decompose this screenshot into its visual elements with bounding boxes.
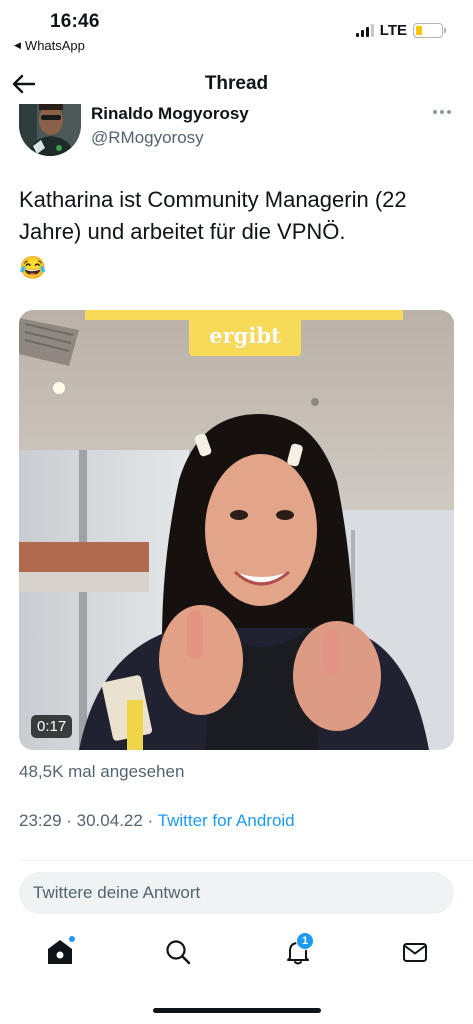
avatar[interactable] [19,104,81,156]
notification-badge: 1 [296,932,314,950]
video-caption: ergibt [189,318,301,356]
avatar-image [19,104,81,156]
video-frame [19,310,454,750]
network-label: LTE [379,22,407,39]
video-duration: 0:17 [31,715,73,738]
nav-home[interactable] [42,934,78,970]
back-app-label: WhatsApp [24,38,85,53]
page-title: Thread [204,73,269,94]
thread-header: Thread [0,62,473,106]
divider [19,860,473,861]
more-horizontal-icon[interactable] [433,110,451,114]
battery-icon [413,23,446,38]
nav-messages[interactable] [397,934,433,970]
source-link[interactable]: Twitter for Android [158,811,295,830]
nav-search[interactable] [160,934,196,970]
tweet-timestamp: 23:29 · 30.04.22 · Twitter for Android [19,811,295,831]
status-indicators: LTE [355,22,446,39]
home-indicator[interactable] [153,1008,321,1013]
view-count[interactable]: 48,5K mal angesehen [19,762,184,782]
tweet-body: Katharina ist Community Managerin (22 Ja… [19,187,407,244]
status-time: 16:46 [50,11,100,32]
reply-placeholder: Twittere deine Antwort [33,883,201,902]
back-to-app-link[interactable]: ◀ WhatsApp [14,38,85,53]
tweet-text: Katharina ist Community Managerin (22 Ja… [19,184,459,284]
back-triangle-icon: ◀ [14,40,21,50]
reply-input[interactable]: Twittere deine Antwort [19,872,454,914]
signal-icon [355,24,374,37]
timestamp-text: 23:29 · 30.04.22 · [19,811,158,830]
nav-notifications[interactable]: 1 [280,932,316,970]
laughing-emoji: 😂 [19,255,47,280]
mail-icon [403,943,427,962]
author-handle[interactable]: @RMogyorosy [91,128,204,148]
search-icon [166,940,191,965]
home-indicator-dot [69,936,75,942]
author-name[interactable]: Rinaldo Mogyorosy [91,104,249,124]
tweet-video[interactable]: ergibt 0:17 [19,310,454,750]
